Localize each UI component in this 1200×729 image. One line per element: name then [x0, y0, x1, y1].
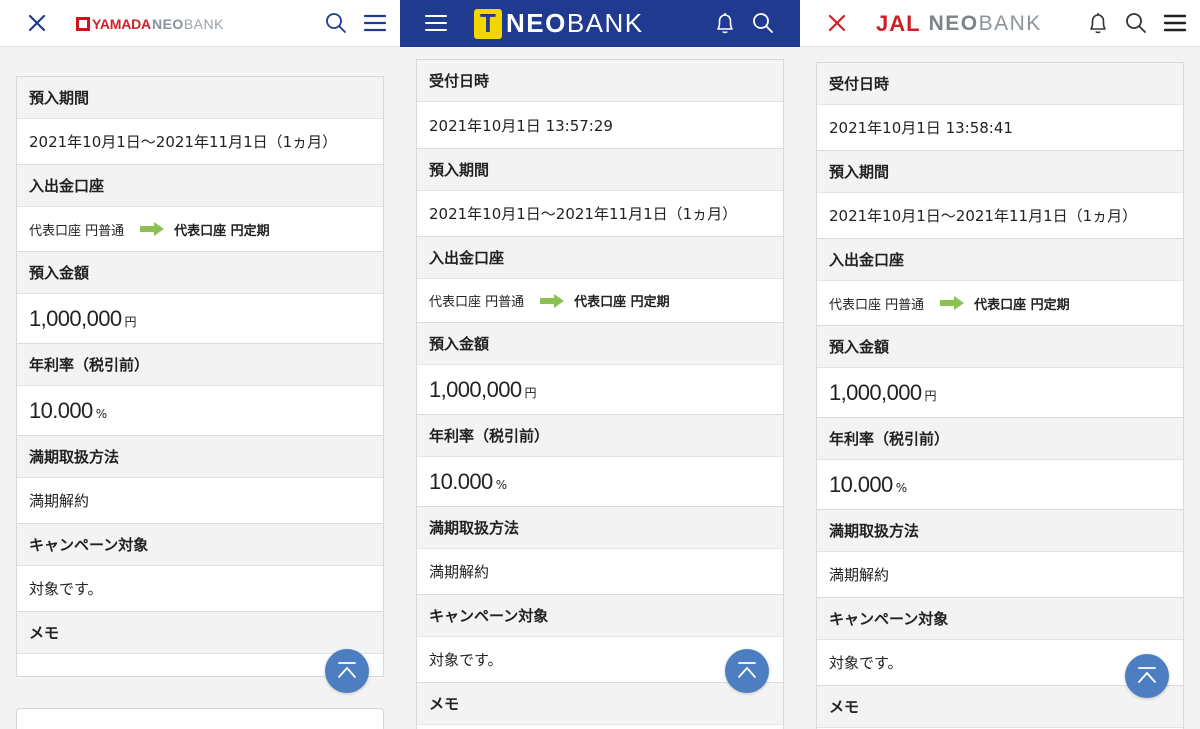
deposit-detail-card: 受付日時 2021年10月1日 13:58:41 預入期間 2021年10月1日…	[816, 62, 1184, 729]
from-account: 代表口座 円普通	[429, 295, 525, 310]
right-arrow-icon	[540, 293, 565, 308]
logo-neobank-text: NEOBANK	[928, 11, 1042, 35]
amount-value: 1,000,000 円	[417, 365, 783, 415]
section-value: 対象です。	[17, 566, 383, 612]
rate-unit: %	[895, 480, 908, 495]
search-icon[interactable]	[323, 10, 349, 36]
section-label: 入出金口座	[817, 239, 1183, 281]
rate-number: 10.000	[29, 397, 93, 423]
logo-neobank-text: NEOBANK	[506, 8, 644, 38]
section-label: 入出金口座	[417, 237, 783, 279]
from-account: 代表口座 円普通	[29, 223, 125, 239]
app-header: T NEOBANK	[400, 0, 800, 47]
amount-number: 1,000,000	[29, 305, 122, 331]
scroll-to-top-button[interactable]	[1125, 654, 1169, 698]
amount-number: 1,000,000	[829, 379, 922, 405]
section-label: 満期取扱方法	[417, 507, 783, 549]
yamada-mark-icon	[76, 16, 90, 31]
t-neobank-logo: T NEOBANK	[474, 0, 644, 47]
section-value: 2021年10月1日〜2021年11月1日（1ヵ月）	[17, 119, 383, 165]
section-label: 満期取扱方法	[817, 510, 1183, 552]
jal-neobank-logo: JAL NEOBANK	[876, 0, 1042, 47]
rate-value: 10.000%	[417, 457, 783, 507]
account-transfer-row: 代表口座 円普通 代表口座 円定期	[817, 281, 1183, 326]
amount-unit: 円	[124, 315, 137, 329]
rate-number: 10.000	[429, 468, 493, 494]
section-label: 年利率（税引前）	[817, 418, 1183, 460]
section-value: 2021年10月1日 13:58:41	[817, 105, 1183, 151]
account-transfer-row: 代表口座 円普通 代表口座 円定期	[417, 279, 783, 323]
logo-neobank-text: NEOBANK	[151, 15, 224, 32]
rate-value: 10.000%	[17, 386, 383, 436]
hamburger-menu-icon[interactable]	[362, 10, 388, 36]
section-value: 満期解約	[417, 549, 783, 595]
scroll-to-top-icon	[738, 662, 756, 678]
section-label: 年利率（税引前）	[17, 344, 383, 386]
search-icon[interactable]	[1123, 10, 1149, 36]
next-card	[16, 708, 384, 729]
section-label: 受付日時	[817, 63, 1183, 105]
rate-unit: %	[495, 477, 508, 492]
to-account: 代表口座 円定期	[174, 223, 270, 239]
t-neobank-panel: T NEOBANK 受付日時 2021年10月1日 13:57:29 預入期間 …	[400, 0, 800, 729]
rate-number: 10.000	[829, 471, 893, 497]
app-header: JAL NEOBANK	[800, 0, 1200, 47]
hamburger-menu-icon[interactable]	[423, 10, 449, 36]
rate-unit: %	[95, 406, 108, 421]
section-label: 預入期間	[17, 77, 383, 119]
section-label: キャンペーン対象	[417, 595, 783, 637]
jal-neobank-panel: JAL NEOBANK 受付日時 2021年10月1日 13:58:41 預入期…	[800, 0, 1200, 729]
amount-unit: 円	[924, 389, 937, 403]
memo-value	[417, 725, 783, 729]
section-label: 預入期間	[817, 151, 1183, 193]
section-label: キャンペーン対象	[17, 524, 383, 566]
section-label: メモ	[817, 686, 1183, 728]
section-label: 預入金額	[817, 326, 1183, 368]
bell-icon[interactable]	[1085, 10, 1111, 36]
section-label: 受付日時	[417, 60, 783, 102]
to-account: 代表口座 円定期	[574, 295, 670, 310]
section-value: 満期解約	[817, 552, 1183, 598]
amount-value: 1,000,000 円	[17, 294, 383, 344]
amount-number: 1,000,000	[429, 376, 522, 402]
from-account: 代表口座 円普通	[829, 297, 925, 313]
right-arrow-icon	[140, 222, 165, 236]
section-label: 預入金額	[417, 323, 783, 365]
right-arrow-icon	[940, 296, 965, 310]
app-header: YAMADA NEOBANK	[0, 0, 400, 47]
amount-value: 1,000,000 円	[817, 368, 1183, 418]
scroll-to-top-icon	[1138, 667, 1156, 683]
hamburger-menu-icon[interactable]	[1162, 10, 1188, 36]
bell-icon[interactable]	[712, 10, 738, 36]
section-value: 満期解約	[17, 478, 383, 524]
scroll-to-top-button[interactable]	[725, 649, 769, 693]
t-mark-icon: T	[474, 8, 502, 39]
close-icon[interactable]	[824, 10, 850, 36]
scroll-to-top-button[interactable]	[325, 649, 369, 693]
deposit-detail-card: 預入期間 2021年10月1日〜2021年11月1日（1ヵ月） 入出金口座 代表…	[16, 76, 384, 677]
yamada-neobank-panel: YAMADA NEOBANK 預入期間 2021年10月1日〜2021年11月1…	[0, 0, 400, 729]
logo-brand-text: YAMADA	[92, 15, 151, 32]
section-label: 入出金口座	[17, 165, 383, 207]
account-transfer-row: 代表口座 円普通 代表口座 円定期	[17, 207, 383, 252]
scroll-to-top-icon	[338, 662, 356, 678]
section-label: メモ	[17, 612, 383, 654]
section-label: 預入期間	[417, 149, 783, 191]
section-label: キャンペーン対象	[817, 598, 1183, 640]
section-label: 預入金額	[17, 252, 383, 294]
section-value: 2021年10月1日 13:57:29	[417, 102, 783, 149]
logo-brand-text: JAL	[876, 10, 921, 36]
section-value: 2021年10月1日〜2021年11月1日（1ヵ月）	[417, 191, 783, 237]
section-label: メモ	[417, 683, 783, 725]
amount-unit: 円	[524, 386, 537, 400]
section-label: 年利率（税引前）	[417, 415, 783, 457]
close-icon[interactable]	[24, 10, 50, 36]
deposit-detail-card: 受付日時 2021年10月1日 13:57:29 預入期間 2021年10月1日…	[416, 59, 784, 729]
section-value: 2021年10月1日〜2021年11月1日（1ヵ月）	[817, 193, 1183, 239]
section-label: 満期取扱方法	[17, 436, 383, 478]
search-icon[interactable]	[750, 10, 776, 36]
rate-value: 10.000%	[817, 460, 1183, 510]
yamada-neobank-logo: YAMADA NEOBANK	[76, 0, 224, 47]
to-account: 代表口座 円定期	[974, 297, 1070, 313]
